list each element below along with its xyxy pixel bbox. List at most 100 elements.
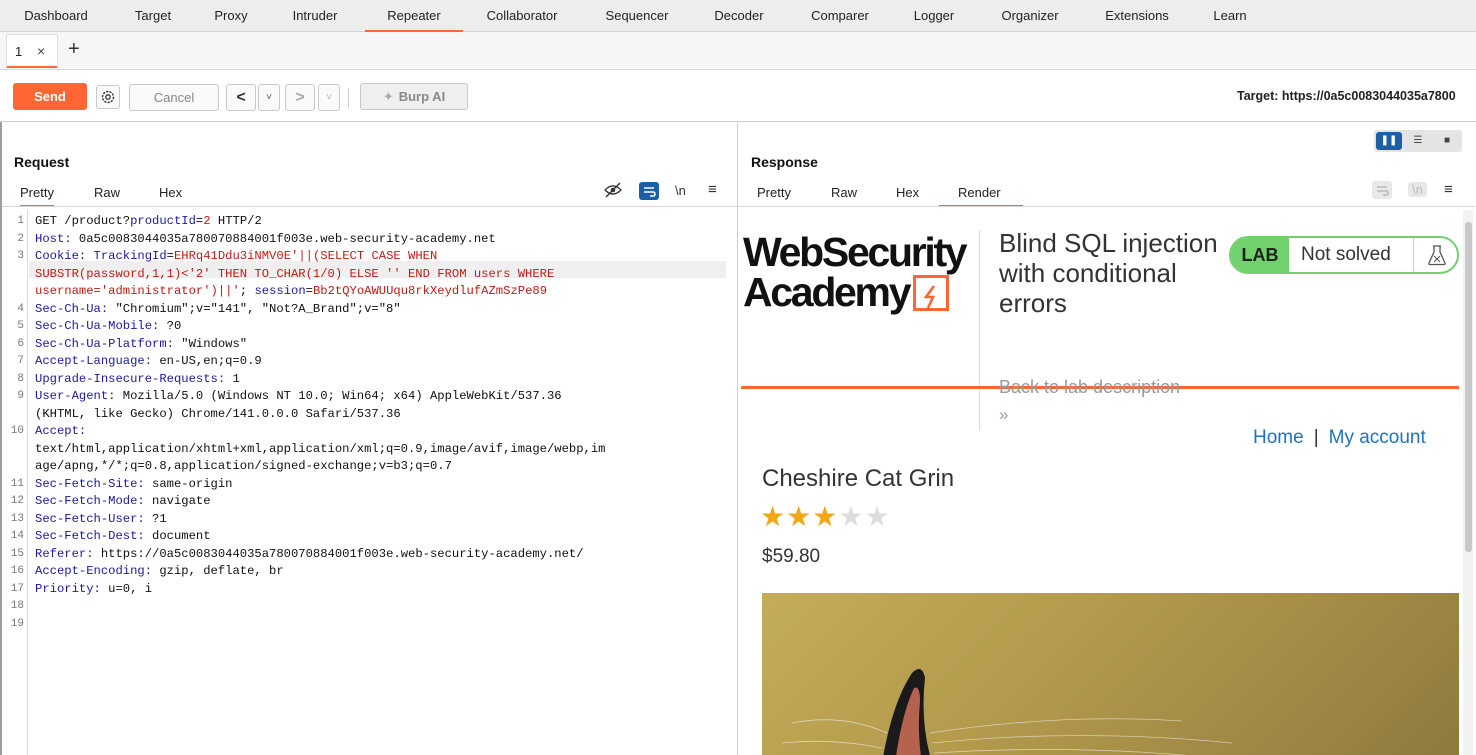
next-request-button[interactable]: > <box>285 84 315 111</box>
request-tab-pretty[interactable]: Pretty <box>20 185 54 207</box>
menu-organizer[interactable]: Organizer <box>986 0 1074 32</box>
request-line: Sec-Ch-Ua: "Chromium";v="141", "Not?A_Br… <box>35 301 401 316</box>
logo-line-1: WebSecurity <box>743 229 968 275</box>
request-line: Sec-Fetch-User: ?1 <box>35 511 167 526</box>
menu-collaborator[interactable]: Collaborator <box>471 0 573 32</box>
back-arrows-icon: » <box>999 405 1009 424</box>
menu-learn[interactable]: Learn <box>1200 0 1260 32</box>
product-image <box>762 593 1459 755</box>
burp-ai-button[interactable]: ✦ Burp AI <box>360 83 468 110</box>
logo-line-2: Academy <box>743 269 912 315</box>
wrap-lines-icon[interactable] <box>639 182 659 200</box>
menu-dashboard[interactable]: Dashboard <box>12 0 100 32</box>
line-number: 7 <box>17 355 24 367</box>
request-line: SUBSTR(password,1,1)<'2' THEN TO_CHAR(1/… <box>35 266 555 281</box>
line-number: 1 <box>17 215 24 227</box>
layout-toggle: ❚❚ ☰ ■ <box>1374 130 1462 152</box>
line-number: 4 <box>17 302 24 315</box>
request-line: Cookie: TrackingId=EHRq41Ddu3iNMV0E'||(S… <box>35 249 438 263</box>
previous-history-dropdown[interactable]: ˅ <box>258 84 280 111</box>
render-scrollbar-thumb[interactable] <box>1465 222 1472 552</box>
close-icon[interactable]: × <box>37 43 45 59</box>
burp-ai-label: Burp AI <box>398 89 446 104</box>
hide-nonprintable-icon[interactable] <box>604 182 622 201</box>
menu-comparer[interactable]: Comparer <box>797 0 883 32</box>
home-link[interactable]: Home <box>1253 427 1304 448</box>
line-number: 10 <box>10 425 24 437</box>
response-tab-raw[interactable]: Raw <box>831 185 857 200</box>
request-line: Sec-Fetch-Mode: navigate <box>35 494 211 508</box>
request-line: Sec-Ch-Ua-Platform: "Windows" <box>35 336 248 351</box>
line-number: 12 <box>10 495 24 507</box>
menu-repeater[interactable]: Repeater <box>365 0 463 32</box>
wrap-lines-icon <box>1372 181 1392 199</box>
line-number: 2 <box>17 232 24 245</box>
response-tab-hex[interactable]: Hex <box>896 185 919 200</box>
lab-label: LAB <box>1231 238 1289 272</box>
request-line: GET /product?productId=2 HTTP/2 <box>35 214 262 228</box>
star-icon: ★ <box>864 501 891 532</box>
request-line: Accept: <box>35 424 87 438</box>
menu-intruder[interactable]: Intruder <box>278 0 352 32</box>
response-tab-render[interactable]: Render <box>939 185 1023 207</box>
add-tab-icon[interactable]: + <box>68 38 80 61</box>
star-icon: ★ <box>838 501 865 532</box>
response-title: Response <box>751 154 818 170</box>
split-horizontal-icon[interactable]: ❚❚ <box>1376 132 1402 150</box>
lab-status-text: Not solved <box>1301 244 1391 265</box>
tab-number: 1 <box>15 44 23 59</box>
previous-request-button[interactable]: < <box>226 84 256 111</box>
lab-title: Blind SQL injection with conditional err… <box>999 228 1218 318</box>
settings-gear-icon[interactable] <box>96 85 120 109</box>
star-icon: ★ <box>786 501 813 532</box>
request-tab-hex[interactable]: Hex <box>159 185 182 200</box>
menu-target[interactable]: Target <box>122 0 184 32</box>
next-history-dropdown[interactable]: ˅ <box>318 84 340 111</box>
product-price: $59.80 <box>762 546 821 567</box>
request-tab-raw[interactable]: Raw <box>94 185 120 200</box>
newline-icon: \n <box>1408 182 1427 197</box>
request-tab-underline <box>2 206 737 207</box>
menu-sequencer[interactable]: Sequencer <box>592 0 682 32</box>
request-line: Sec-Ch-Ua-Mobile: ?0 <box>35 319 182 333</box>
menu-icon[interactable]: ≡ <box>1444 181 1453 198</box>
newline-icon[interactable]: \n <box>675 183 686 198</box>
line-number: 16 <box>10 565 24 577</box>
request-editor[interactable]: 1 GET /product?productId=2 HTTP/2 2 Host: 0… <box>2 210 737 755</box>
nav-separator: | <box>1313 427 1319 448</box>
line-number: 18 <box>10 600 24 612</box>
header-divider <box>979 230 980 430</box>
rendered-page[interactable]: WebSecurity Academy Blind SQL injection … <box>741 210 1461 755</box>
menu-proxy[interactable]: Proxy <box>202 0 260 32</box>
menu-extensions[interactable]: Extensions <box>1092 0 1182 32</box>
request-line: age/apng,*/*;q=0.8,application/signed-ex… <box>35 459 452 473</box>
flask-icon <box>1413 238 1457 272</box>
menu-icon[interactable]: ≡ <box>708 181 717 198</box>
web-security-academy-logo[interactable]: WebSecurity Academy <box>743 232 981 313</box>
line-number: 17 <box>10 582 24 595</box>
target-url[interactable]: Target: https://0a5c0083044035a7800 <box>1237 89 1456 103</box>
response-pane: ❚❚ ☰ ■ Response Pretty Raw Hex Render \n… <box>737 122 1476 755</box>
star-icon: ★ <box>812 501 839 532</box>
back-to-lab-link[interactable]: Back to lab description <box>999 377 1180 398</box>
repeater-tab-1[interactable]: 1 × <box>6 34 58 68</box>
send-button[interactable]: Send <box>13 83 87 110</box>
line-number: 8 <box>17 372 24 385</box>
request-line: username='administrator')||'; session=Bb… <box>35 284 548 298</box>
split-vertical-icon[interactable]: ☰ <box>1405 132 1431 150</box>
repeater-tab-strip: 1 × + <box>0 32 1476 70</box>
cancel-button[interactable]: Cancel <box>129 84 219 111</box>
response-tab-pretty[interactable]: Pretty <box>757 185 791 200</box>
sparkle-icon: ✦ <box>382 89 394 104</box>
menu-decoder[interactable]: Decoder <box>700 0 778 32</box>
single-pane-icon[interactable]: ■ <box>1434 132 1460 150</box>
line-number: 11 <box>10 477 24 490</box>
request-line: Referer: https://0a5c0083044035a78007088… <box>35 546 584 561</box>
product-rating: ★★★★★ <box>760 500 891 533</box>
line-number: 3 <box>17 250 24 262</box>
my-account-link[interactable]: My account <box>1329 427 1426 448</box>
menu-logger[interactable]: Logger <box>901 0 967 32</box>
request-pane: Request Pretty Raw Hex \n ≡ 1 GET /produc… <box>0 122 737 755</box>
site-nav: Home | My account <box>1253 427 1426 449</box>
toolbar-divider <box>348 88 349 108</box>
